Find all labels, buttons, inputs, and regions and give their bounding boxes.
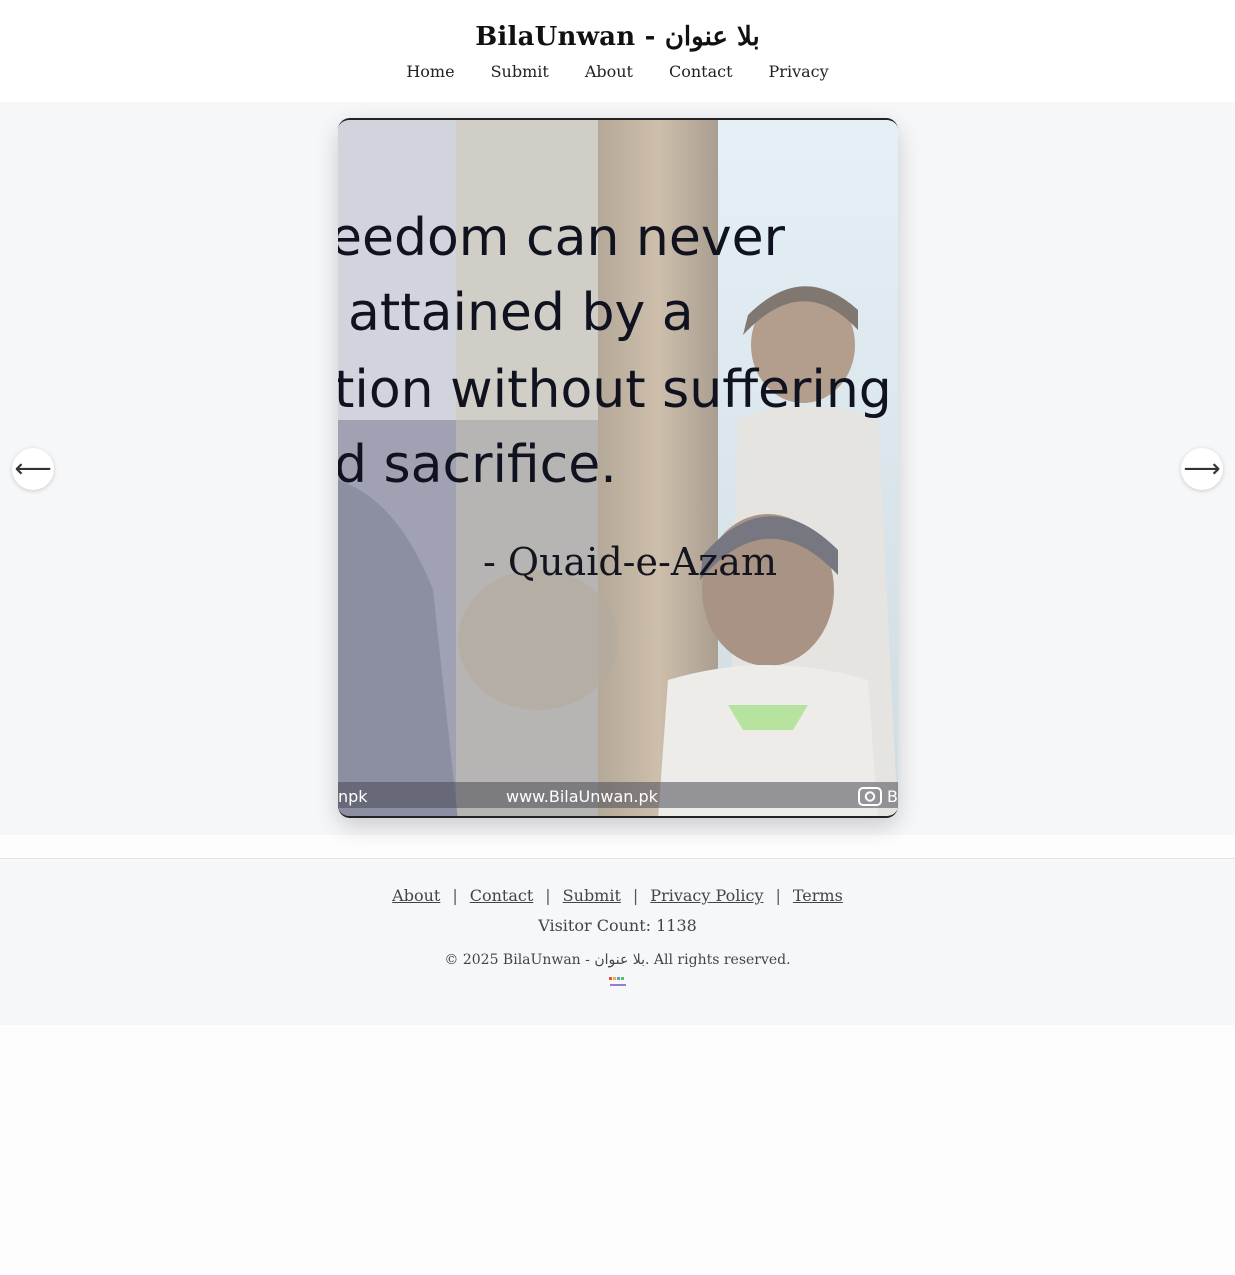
footer-separator: | — [545, 886, 551, 905]
site-title[interactable]: BilaUnwan - بلا عنوان — [0, 22, 1235, 52]
main-nav: Home Submit About Contact Privacy — [0, 62, 1235, 81]
quote-line: d sacrifice. — [338, 435, 617, 495]
site-footer: About | Contact | Submit | Privacy Policy | Term… — [0, 858, 1235, 1025]
quote-line: tion without suffering — [338, 360, 892, 420]
footer-separator: | — [775, 886, 781, 905]
post-viewer: ⟵ eedom can never attained by a tion wit… — [0, 102, 1235, 835]
prev-arrow-button[interactable]: ⟵ — [12, 448, 54, 490]
footer-link-privacy-policy[interactable]: Privacy Policy — [650, 886, 763, 905]
nav-about[interactable]: About — [585, 62, 633, 81]
footer-link-terms[interactable]: Terms — [793, 886, 843, 905]
footer-link-about[interactable]: About — [392, 886, 440, 905]
watermark-right: B — [887, 787, 898, 806]
footer-link-submit[interactable]: Submit — [563, 886, 621, 905]
nav-submit[interactable]: Submit — [491, 62, 549, 81]
quote-attribution: - Quaid-e-Azam — [483, 540, 777, 584]
next-arrow-button[interactable]: ⟶ — [1181, 448, 1223, 490]
footer-separator: | — [632, 886, 639, 905]
copyright-text: © 2025 BilaUnwan - بلا عنوان. All rights… — [444, 952, 791, 968]
quote-line: eedom can never — [338, 208, 786, 268]
nav-contact[interactable]: Contact — [669, 62, 733, 81]
nav-privacy[interactable]: Privacy — [769, 62, 829, 81]
watermark-url: www.BilaUnwan.pk — [506, 787, 659, 806]
nav-home[interactable]: Home — [406, 62, 454, 81]
visitor-count: Visitor Count: 1138 — [538, 916, 697, 935]
footer-logo — [607, 976, 629, 990]
footer-separator: | — [452, 886, 458, 905]
footer-links: About | Contact | Submit | Privacy Policy | Term… — [0, 886, 1235, 905]
quote-line: attained by a — [348, 283, 694, 343]
post-image[interactable]: eedom can never attained by a tion witho… — [338, 118, 898, 818]
post-image-art: eedom can never attained by a tion witho… — [338, 120, 898, 816]
watermark-left: npk — [338, 787, 368, 806]
site-header: BilaUnwan - بلا عنوان Home Submit About … — [0, 0, 1235, 102]
footer-link-contact[interactable]: Contact — [470, 886, 534, 905]
